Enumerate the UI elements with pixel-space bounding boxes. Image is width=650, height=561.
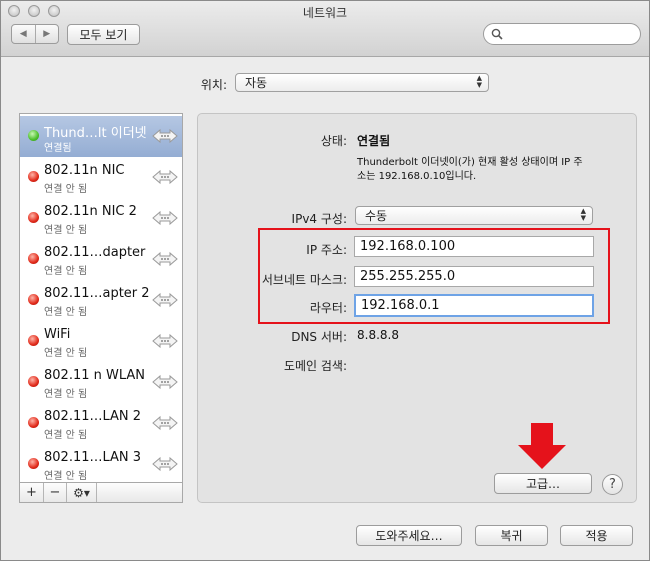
service-item[interactable]: 802.11…dapter 연결 안 됨: [20, 239, 182, 280]
assist-me-button[interactable]: 도와주세요…: [356, 525, 462, 546]
service-status: 연결 안 됨: [44, 307, 88, 318]
status-red-dot-icon: [28, 335, 39, 346]
back-arrow-icon[interactable]: ◀: [12, 25, 36, 43]
service-item[interactable]: Thund…lt 이더넷 연결됨: [20, 116, 182, 157]
ipv4-config-value: 수동: [365, 209, 388, 223]
apply-button[interactable]: 적용: [560, 525, 633, 546]
service-status: 연결 안 됨: [44, 266, 88, 277]
service-status: 연결 안 됨: [44, 184, 88, 195]
popup-arrows-icon: ▲ ▼: [476, 74, 482, 89]
status-red-dot-icon: [28, 376, 39, 387]
network-interface-icon: [152, 456, 178, 472]
location-label: 위치:: [200, 78, 227, 92]
location-value: 자동: [245, 76, 268, 90]
service-item[interactable]: 802.11n NIC 2 연결 안 됨: [20, 198, 182, 239]
service-name: 802.11n NIC: [44, 163, 125, 178]
service-status: 연결됨: [44, 143, 72, 154]
service-status: 연결 안 됨: [44, 389, 88, 400]
subnet-mask-field[interactable]: [354, 266, 594, 287]
add-service-button[interactable]: +: [20, 483, 44, 502]
router-label: 라우터:: [309, 301, 347, 315]
service-name: 802.11 n WLAN: [44, 368, 146, 383]
status-label: 상태:: [320, 134, 347, 148]
status-value: 연결됨: [357, 134, 391, 148]
subnet-mask-label: 서브네트 마스크:: [261, 273, 347, 287]
network-interface-icon: [152, 374, 178, 390]
network-interface-icon: [152, 292, 178, 308]
service-item[interactable]: 802.11n NIC 연결 안 됨: [20, 157, 182, 198]
service-name: WiFi: [44, 327, 71, 342]
search-domains-label: 도메인 검색:: [283, 359, 347, 373]
dns-server-value: 8.8.8.8: [357, 328, 399, 342]
service-list-toolbar: + − ⚙▾: [19, 483, 183, 503]
service-item[interactable]: 802.11…apter 2 연결 안 됨: [20, 280, 182, 321]
service-item[interactable]: 802.11…LAN 3 연결 안 됨: [20, 444, 182, 482]
gear-menu-button[interactable]: ⚙▾: [67, 483, 97, 502]
service-status: 연결 안 됨: [44, 348, 88, 359]
service-status: 연결 안 됨: [44, 225, 88, 236]
back-forward-control: ◀ ▶: [11, 24, 59, 44]
forward-arrow-icon[interactable]: ▶: [36, 25, 59, 43]
status-red-dot-icon: [28, 212, 39, 223]
search-input[interactable]: [506, 27, 634, 41]
help-icon[interactable]: ?: [602, 474, 623, 495]
dns-server-label: DNS 서버:: [291, 330, 347, 344]
title-bar: 네트워크 ◀ ▶ 모두 보기: [1, 1, 649, 57]
status-red-dot-icon: [28, 171, 39, 182]
service-item[interactable]: WiFi 연결 안 됨: [20, 321, 182, 362]
service-item[interactable]: 802.11 n WLAN 연결 안 됨: [20, 362, 182, 403]
status-red-dot-icon: [28, 417, 39, 428]
status-red-dot-icon: [28, 294, 39, 305]
remove-service-button[interactable]: −: [44, 483, 67, 502]
service-name: 802.11n NIC 2: [44, 204, 137, 219]
service-name: 802.11…LAN 2: [44, 409, 142, 424]
status-red-dot-icon: [28, 253, 39, 264]
network-interface-icon: [152, 169, 178, 185]
search-field[interactable]: [483, 23, 641, 45]
popup-arrows-icon: ▲ ▼: [580, 207, 586, 222]
location-popup[interactable]: 자동 ▲ ▼: [235, 73, 489, 92]
ipv4-config-popup[interactable]: 수동 ▲ ▼: [355, 206, 593, 225]
network-preferences-window: 네트워크 ◀ ▶ 모두 보기 위치: 자동 ▲ ▼ Thund…lt 이더넷 연결됨…: [0, 0, 650, 561]
status-description-line-1: Thunderbolt 이더넷이(가) 현재 활성 상태이며 IP 주: [357, 157, 583, 168]
service-name: 802.11…LAN 3: [44, 450, 142, 465]
advanced-button[interactable]: 고급…: [494, 473, 592, 494]
show-all-button[interactable]: 모두 보기: [67, 24, 140, 45]
status-green-dot-icon: [28, 130, 39, 141]
network-interface-icon: [152, 415, 178, 431]
service-status: 연결 안 됨: [44, 471, 88, 482]
ipv4-config-label: IPv4 구성:: [291, 212, 347, 226]
service-name: 802.11…apter 2: [44, 286, 150, 301]
service-name: 802.11…dapter: [44, 245, 146, 260]
service-status: 연결 안 됨: [44, 430, 88, 441]
service-item[interactable]: 802.11…LAN 2 연결 안 됨: [20, 403, 182, 444]
ip-address-label: IP 주소:: [306, 243, 347, 257]
revert-button[interactable]: 복귀: [475, 525, 548, 546]
status-red-dot-icon: [28, 458, 39, 469]
window-title: 네트워크: [302, 6, 348, 20]
network-interface-icon: [152, 210, 178, 226]
network-interface-icon: [152, 128, 178, 144]
search-icon: [491, 28, 503, 40]
service-list: Thund…lt 이더넷 연결됨 802.11n NIC 연결 안 됨 802.11n …: [19, 113, 183, 483]
status-description-line-2: 소는 192.168.0.10입니다.: [357, 171, 477, 182]
router-field[interactable]: [354, 294, 594, 317]
red-arrow-icon: [518, 423, 566, 469]
ip-address-field[interactable]: [354, 236, 594, 257]
network-interface-icon: [152, 251, 178, 267]
network-interface-icon: [152, 333, 178, 349]
